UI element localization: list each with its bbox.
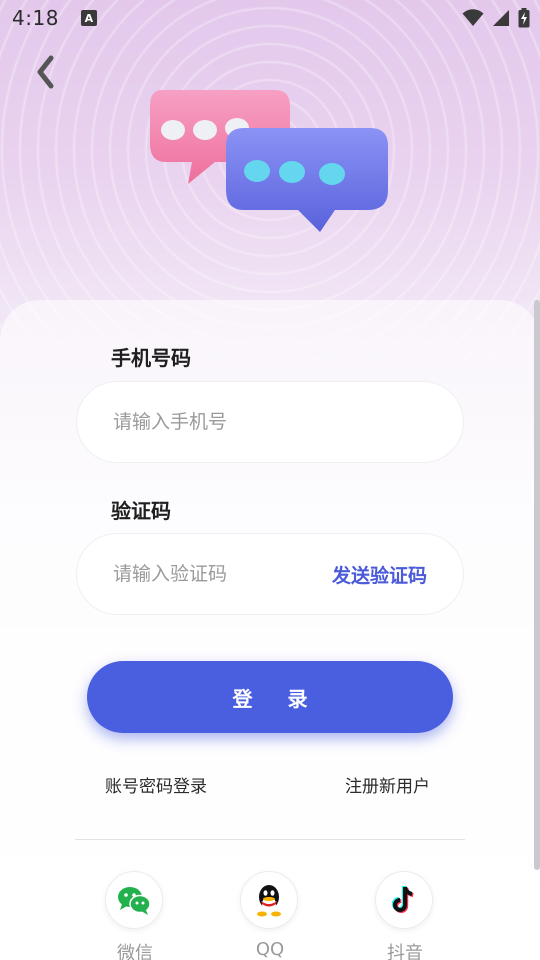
- divider: [75, 839, 465, 840]
- app-badge-icon: A: [80, 10, 97, 26]
- phone-input[interactable]: [113, 411, 427, 433]
- code-label: 验证码: [111, 499, 171, 523]
- qq-label: QQ: [255, 939, 285, 960]
- password-login-link[interactable]: 账号密码登录: [105, 772, 207, 797]
- wechat-login[interactable]: 微信: [105, 871, 165, 960]
- wechat-label: 微信: [117, 943, 153, 960]
- login-button[interactable]: 登 录: [87, 661, 453, 733]
- code-input[interactable]: [113, 563, 332, 585]
- douyin-label: 抖音: [387, 943, 423, 960]
- douyin-login[interactable]: 抖音: [375, 871, 435, 960]
- chat-bubbles-illustration: [150, 90, 388, 232]
- wechat-button[interactable]: [105, 871, 163, 929]
- status-time: 4:18: [12, 6, 59, 30]
- signal-icon: [493, 10, 509, 26]
- status-bar: 4:18 A: [0, 0, 540, 36]
- wifi-icon: [462, 9, 484, 26]
- qq-icon: [257, 885, 281, 917]
- douyin-button[interactable]: [375, 871, 433, 929]
- code-field[interactable]: 发送验证码: [76, 533, 464, 615]
- status-icons: [462, 8, 530, 28]
- register-link[interactable]: 注册新用户: [345, 772, 430, 797]
- phone-field[interactable]: [76, 381, 464, 463]
- douyin-icon: [391, 885, 414, 913]
- send-code-button[interactable]: 发送验证码: [332, 561, 427, 588]
- battery-charging-icon: [518, 8, 530, 28]
- qq-login[interactable]: QQ: [240, 871, 300, 960]
- qq-button[interactable]: [240, 871, 298, 929]
- back-button[interactable]: [28, 52, 62, 92]
- wechat-icon: [118, 887, 151, 915]
- chevron-left-icon: [37, 55, 54, 89]
- phone-label: 手机号码: [111, 346, 191, 370]
- scrollbar[interactable]: [534, 300, 540, 870]
